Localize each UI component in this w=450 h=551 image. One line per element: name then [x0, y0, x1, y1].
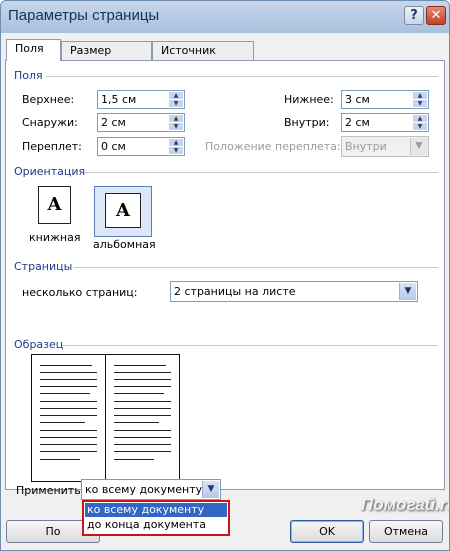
- close-button[interactable]: ✕: [426, 6, 446, 25]
- multiple-pages-label: несколько страниц:: [22, 286, 138, 299]
- section-divider: [74, 267, 438, 268]
- tab-margins[interactable]: Поля: [6, 39, 61, 61]
- dialog-client: Поля Размер бумаги Источник бумаги Поля …: [1, 33, 449, 550]
- margins-section-label: Поля: [14, 69, 43, 82]
- outside-margin-value: 2 см: [101, 116, 126, 129]
- spin-down-icon[interactable]: ▼: [413, 100, 427, 107]
- page-setup-dialog: Параметры страницы ? ✕ Поля Размер бумаг…: [0, 0, 450, 551]
- preview-section-label: Образец: [14, 338, 64, 351]
- help-button[interactable]: ?: [404, 6, 424, 25]
- gutter-position-select: Внутри ▼: [341, 136, 429, 157]
- gutter-field[interactable]: 0 см ▲ ▼: [97, 137, 185, 156]
- bottom-margin-value: 3 см: [345, 93, 370, 106]
- margins-panel: Поля Верхнее: 1,5 см ▲ ▼ Нижнее: 3 см ▲ ▼ …: [5, 60, 445, 497]
- preview-spine: [105, 355, 106, 481]
- outside-margin-label: Снаружи:: [22, 116, 78, 129]
- spin-up-icon[interactable]: ▲: [413, 115, 427, 122]
- spin-down-icon[interactable]: ▼: [413, 123, 427, 130]
- close-icon: ✕: [430, 8, 442, 23]
- cancel-button-label: Отмена: [383, 525, 429, 538]
- bottom-margin-label: Нижнее:: [284, 93, 334, 106]
- spin-up-icon[interactable]: ▲: [413, 92, 427, 99]
- spin-down-icon[interactable]: ▼: [169, 100, 183, 107]
- gutter-position-label: Положение переплета:: [205, 140, 341, 153]
- top-margin-value: 1,5 см: [101, 93, 137, 106]
- chevron-down-icon[interactable]: ▼: [202, 481, 219, 498]
- section-divider: [84, 172, 438, 173]
- tab-paper-size[interactable]: Размер бумаги: [61, 41, 152, 74]
- orientation-section-label: Ориентация: [14, 165, 86, 178]
- inside-margin-value: 2 см: [345, 116, 370, 129]
- apply-select[interactable]: ко всему документу ▼: [81, 479, 221, 500]
- top-margin-field[interactable]: 1,5 см ▲ ▼: [97, 90, 185, 109]
- section-divider: [62, 345, 438, 346]
- multiple-pages-value: 2 страницы на листе: [174, 285, 296, 298]
- orientation-portrait[interactable]: A книжная: [23, 182, 83, 246]
- gutter-value: 0 см: [101, 140, 126, 153]
- orientation-landscape[interactable]: A: [94, 186, 152, 237]
- help-icon: ?: [410, 8, 418, 23]
- chevron-down-icon: ▼: [410, 138, 427, 155]
- window-title: Параметры страницы: [8, 7, 160, 24]
- section-divider: [46, 76, 438, 77]
- cancel-button[interactable]: Отмена: [369, 520, 443, 543]
- landscape-label: альбомная: [93, 238, 156, 251]
- ok-button-label: OK: [319, 525, 335, 538]
- ok-button[interactable]: OK: [290, 520, 364, 543]
- spin-up-icon[interactable]: ▲: [169, 139, 183, 146]
- apply-label: Применить:: [16, 484, 85, 497]
- spin-up-icon[interactable]: ▲: [169, 92, 183, 99]
- tab-margins-label: Поля: [15, 42, 44, 55]
- portrait-label: книжная: [29, 231, 81, 244]
- spin-down-icon[interactable]: ▼: [169, 147, 183, 154]
- spin-down-icon[interactable]: ▼: [169, 123, 183, 130]
- tab-paper-source[interactable]: Источник бумаги: [152, 41, 254, 74]
- outside-margin-field[interactable]: 2 см ▲ ▼: [97, 113, 185, 132]
- inside-margin-label: Внутри:: [284, 116, 330, 129]
- apply-option[interactable]: до конца документа: [85, 518, 227, 532]
- apply-dropdown-list: ко всему документу до конца документа: [82, 500, 230, 536]
- watermark: Помогай.ru: [361, 495, 450, 514]
- default-button-label: По умолчанию...: [15, 525, 91, 550]
- landscape-page-icon: A: [105, 193, 141, 228]
- preview-pages: [31, 354, 180, 482]
- chevron-down-icon[interactable]: ▼: [399, 283, 416, 300]
- portrait-page-icon: A: [38, 186, 71, 224]
- pages-section-label: Страницы: [14, 260, 73, 273]
- bottom-margin-field[interactable]: 3 см ▲ ▼: [341, 90, 429, 109]
- spin-up-icon[interactable]: ▲: [169, 115, 183, 122]
- inside-margin-field[interactable]: 2 см ▲ ▼: [341, 113, 429, 132]
- multiple-pages-select[interactable]: 2 страницы на листе ▼: [170, 281, 418, 302]
- title-bar: Параметры страницы ? ✕: [1, 1, 449, 33]
- gutter-label: Переплет:: [22, 140, 82, 153]
- gutter-position-value: Внутри: [345, 140, 387, 153]
- apply-option[interactable]: ко всему документу: [85, 503, 227, 517]
- apply-value: ко всему документу: [85, 483, 203, 496]
- top-margin-label: Верхнее:: [22, 93, 75, 106]
